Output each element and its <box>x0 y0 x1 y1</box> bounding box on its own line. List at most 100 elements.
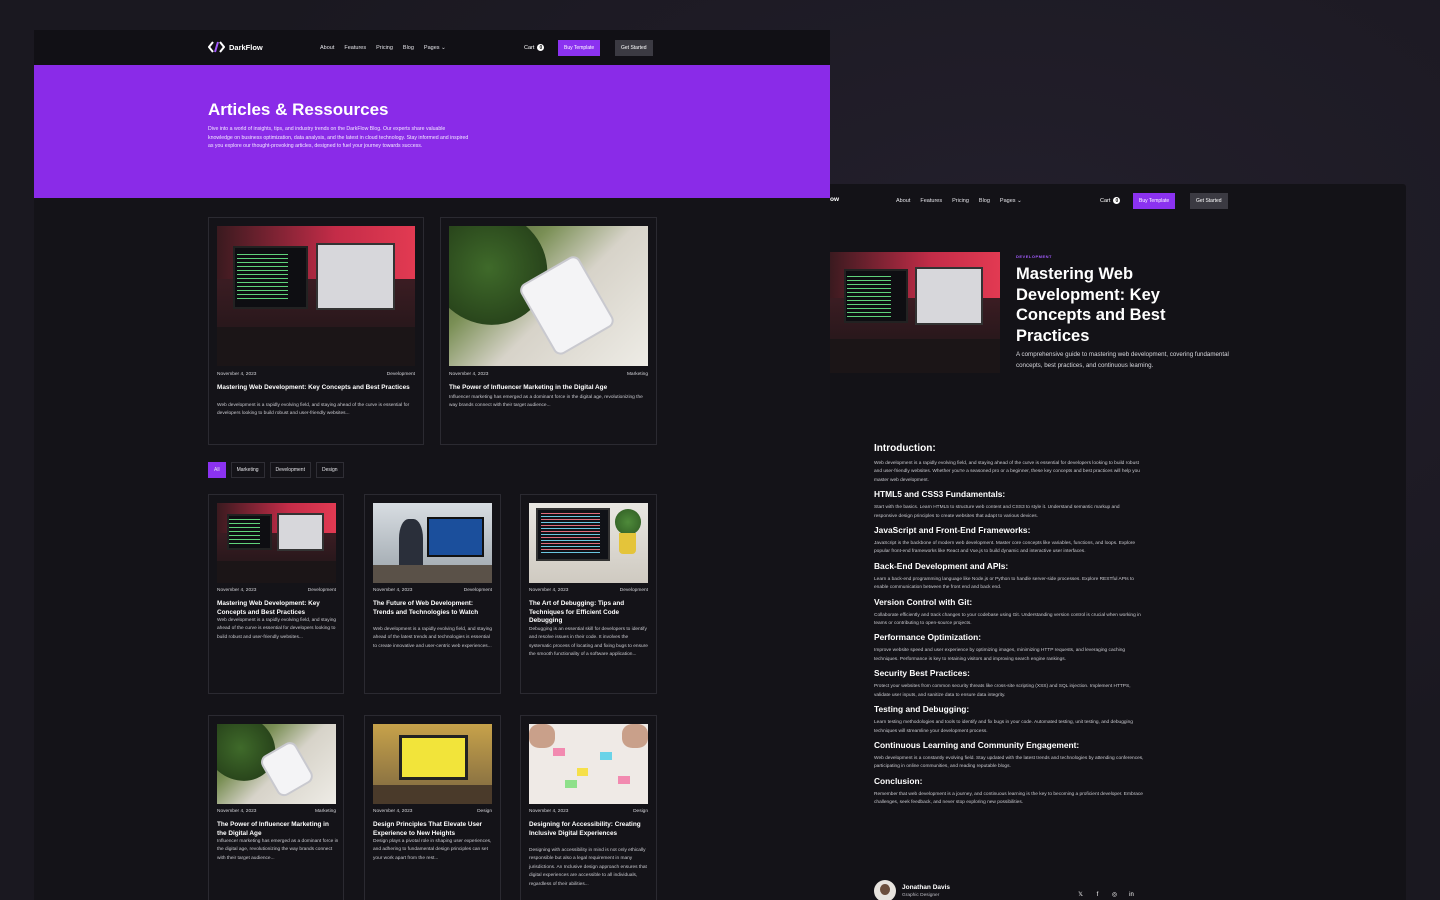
section-body: Start with the basics. Learn HTML5 to st… <box>874 505 1120 519</box>
card-image <box>449 226 648 366</box>
post-card[interactable]: November 4, 2023 Development Mastering W… <box>208 494 344 694</box>
article-category[interactable]: DEVELOPMENT <box>1016 254 1052 259</box>
nav-link-about[interactable]: About <box>320 45 334 51</box>
card-category: Development <box>386 372 415 377</box>
card-meta: November 4, 2023 Development <box>373 588 492 593</box>
buy-template-button[interactable]: Buy Template <box>558 40 601 56</box>
card-image <box>529 503 648 583</box>
article-navbar: ow About Features Pricing Blog Pages ⌄ C… <box>786 184 1406 218</box>
chevron-down-icon: ⌄ <box>1017 198 1022 204</box>
section-body: Protect your websites from common securi… <box>874 684 1131 698</box>
get-started-button[interactable]: Get Started <box>1190 193 1228 209</box>
brand-name-fragment[interactable]: ow <box>830 196 839 203</box>
section-heading: Testing and Debugging: <box>874 704 970 715</box>
card-date: November 4, 2023 <box>529 809 569 814</box>
nav-link-pages[interactable]: Pages ⌄ <box>424 45 446 51</box>
card-date: November 4, 2023 <box>217 809 257 814</box>
article-title: Mastering Web Development: Key Concepts … <box>1016 265 1166 345</box>
card-title: The Art of Debugging: Tips and Technique… <box>529 600 625 624</box>
nav-link-pages[interactable]: Pages ⌄ <box>1000 198 1022 204</box>
card-meta: November 4, 2023 Marketing <box>449 372 648 377</box>
card-title: Mastering Web Development: Key Concepts … <box>217 600 320 616</box>
buy-template-button[interactable]: Buy Template <box>1133 193 1176 209</box>
card-image <box>529 724 648 804</box>
facebook-icon[interactable]: f <box>1093 890 1102 899</box>
nav-link-pricing[interactable]: Pricing <box>376 45 393 51</box>
section-heading: Performance Optimization: <box>874 632 982 643</box>
section-heading: Version Control with Git: <box>874 596 973 607</box>
card-title: Mastering Web Development: Key Concepts … <box>217 384 410 391</box>
card-title: Designing for Accessibility: Creating In… <box>529 821 641 837</box>
card-meta: November 4, 2023 Design <box>373 809 492 814</box>
card-excerpt: Web development is a rapidly evolving fi… <box>217 618 337 640</box>
card-excerpt: Design plays a pivotal role in shaping u… <box>373 839 492 861</box>
nav-links: About Features Pricing Blog Pages ⌄ <box>320 45 446 51</box>
nav-link-features[interactable]: Features <box>344 45 366 51</box>
post-card[interactable]: November 4, 2023 Design Designing for Ac… <box>520 715 657 900</box>
cart-count-badge: 0 <box>537 44 545 51</box>
filter-development[interactable]: Development <box>269 462 311 478</box>
section-heading: Conclusion: <box>874 775 923 786</box>
instagram-icon[interactable]: ◎ <box>1110 890 1119 899</box>
card-image <box>373 503 492 583</box>
card-date: November 4, 2023 <box>217 588 257 593</box>
nav-link-pricing[interactable]: Pricing <box>952 198 969 204</box>
brand-logo[interactable]: DarkFlow <box>208 41 263 53</box>
cart-count-badge: 0 <box>1113 197 1121 204</box>
blog-page-window: DarkFlow About Features Pricing Blog Pag… <box>34 30 830 900</box>
author-name: Jonathan Davis <box>902 884 951 891</box>
card-category: Development <box>619 588 648 593</box>
x-icon[interactable]: 𝕏 <box>1076 890 1085 899</box>
linkedin-icon[interactable]: in <box>1127 890 1136 899</box>
blog-hero: Articles & Ressources Dive into a world … <box>34 65 830 198</box>
card-title: The Future of Web Development: Trends an… <box>373 600 479 616</box>
card-meta: November 4, 2023 Development <box>217 372 415 377</box>
card-excerpt: Web development is a rapidly evolving fi… <box>373 627 493 649</box>
card-excerpt: Influencer marketing has emerged as a do… <box>217 839 339 861</box>
card-category: Development <box>463 588 492 593</box>
post-card[interactable]: November 4, 2023 Design Design Principle… <box>364 715 501 900</box>
card-date: November 4, 2023 <box>373 809 413 814</box>
card-category: Marketing <box>314 809 336 814</box>
section-heading: Security Best Practices: <box>874 668 970 679</box>
chevron-down-icon: ⌄ <box>441 45 446 51</box>
nav-link-blog[interactable]: Blog <box>979 198 990 204</box>
section-heading: HTML5 and CSS3 Fundamentals: <box>874 489 1006 500</box>
get-started-button[interactable]: Get Started <box>615 40 653 56</box>
nav-link-pages-label: Pages <box>423 45 440 51</box>
page-title: Articles & Ressources <box>208 100 389 119</box>
card-meta: November 4, 2023 Marketing <box>217 809 336 814</box>
social-links: 𝕏 f ◎ in <box>1076 890 1136 899</box>
section-body: Web development is a rapidly evolving fi… <box>874 461 1140 483</box>
card-excerpt: Debugging is an essential skill for deve… <box>529 627 648 658</box>
section-heading: JavaScript and Front-End Frameworks: <box>874 525 1031 536</box>
featured-card[interactable]: November 4, 2023 Marketing The Power of … <box>440 217 657 445</box>
section-heading: Introduction: <box>874 443 936 454</box>
featured-card[interactable]: November 4, 2023 Development Mastering W… <box>208 217 424 445</box>
nav-link-blog[interactable]: Blog <box>403 45 414 51</box>
card-excerpt: Designing with accessibility in mind is … <box>529 848 647 887</box>
nav-link-features[interactable]: Features <box>920 198 942 204</box>
nav-links: About Features Pricing Blog Pages ⌄ <box>896 198 1022 204</box>
filter-all[interactable]: All <box>208 462 226 478</box>
post-card[interactable]: November 4, 2023 Development The Future … <box>364 494 501 694</box>
section-body: JavaScript is the backbone of modern web… <box>874 541 1136 555</box>
card-category: Design <box>633 809 648 814</box>
card-image <box>217 226 415 366</box>
cart-button[interactable]: Cart 0 <box>1100 197 1121 204</box>
card-excerpt: Web development is a rapidly evolving fi… <box>217 403 410 417</box>
filter-marketing[interactable]: Marketing <box>230 462 265 478</box>
filter-design[interactable]: Design <box>315 462 344 478</box>
nav-link-about[interactable]: About <box>896 198 910 204</box>
cart-button[interactable]: Cart 0 <box>524 44 545 51</box>
section-body: Improve website speed and user experienc… <box>874 648 1126 662</box>
post-card[interactable]: November 4, 2023 Marketing The Power of … <box>208 715 344 900</box>
section-body: Remember that web development is a journ… <box>874 791 1143 806</box>
card-meta: November 4, 2023 Development <box>529 588 648 593</box>
card-meta: November 4, 2023 Development <box>217 588 336 593</box>
card-category: Design <box>477 809 492 814</box>
section-body: Web development is a constantly evolving… <box>874 755 1144 770</box>
post-card[interactable]: November 4, 2023 Development The Art of … <box>520 494 657 694</box>
card-category: Marketing <box>626 372 648 377</box>
card-title: The Power of Influencer Marketing in the… <box>217 821 329 837</box>
